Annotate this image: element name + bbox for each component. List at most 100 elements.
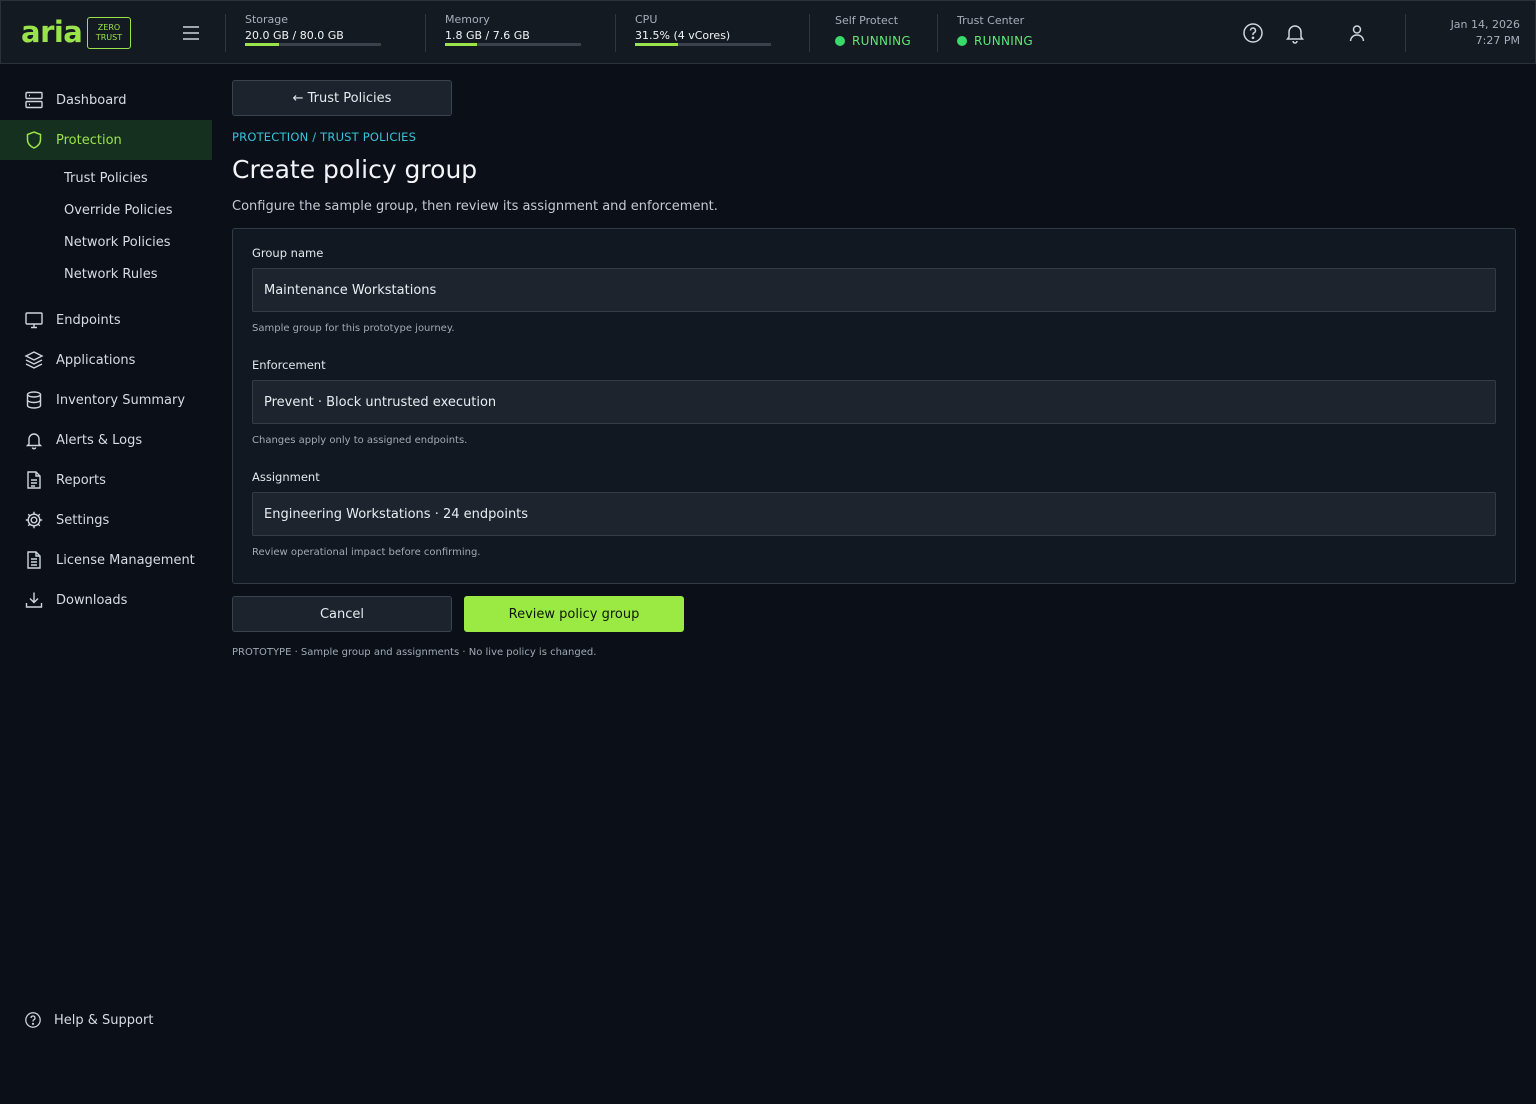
back-to-trust-policies-button[interactable]: ← Trust Policies — [232, 80, 452, 116]
storage-metric: Storage 20.0 GB / 80.0 GB — [245, 13, 344, 44]
help-support-link[interactable]: Help & Support — [24, 1011, 153, 1029]
sidebar-item-protection[interactable]: Protection — [0, 120, 212, 160]
sidebar-item-label: Settings — [56, 512, 110, 528]
enforcement-label: Enforcement — [252, 358, 326, 372]
sidebar-item-alerts-logs[interactable]: Alerts & Logs — [0, 420, 212, 460]
assignment-label: Assignment — [252, 470, 320, 484]
enforcement-select[interactable]: Prevent · Block untrusted execution — [252, 380, 1496, 424]
sidebar-item-downloads[interactable]: Downloads — [0, 580, 212, 620]
datetime: Jan 14, 2026 7:27 PM — [1451, 17, 1520, 49]
sidebar-item-label: Reports — [56, 472, 106, 488]
cpu-value: 31.5% (4 vCores) — [635, 29, 731, 42]
trust-center-status: Trust Center RUNNING — [957, 14, 1033, 49]
storage-value: 20.0 GB / 80.0 GB — [245, 29, 344, 42]
time-text: 7:27 PM — [1475, 34, 1520, 47]
cancel-button[interactable]: Cancel — [232, 596, 452, 632]
sidebar-item-label: Protection — [56, 132, 122, 148]
review-policy-group-button[interactable]: Review policy group — [464, 596, 684, 632]
sidebar-item-label: Downloads — [56, 592, 128, 608]
license-icon — [27, 551, 41, 569]
self-protect-state: RUNNING — [852, 34, 911, 48]
sidebar-item-endpoints[interactable]: Endpoints — [0, 300, 212, 340]
trust-center-value: RUNNING — [957, 33, 1033, 49]
bell-icon[interactable] — [1283, 21, 1307, 45]
layers-icon — [24, 351, 44, 369]
sidebar-item-reports[interactable]: Reports — [0, 460, 212, 500]
memory-value: 1.8 GB / 7.6 GB — [445, 29, 530, 42]
help-icon[interactable] — [1241, 21, 1265, 45]
enforcement-hint: Changes apply only to assigned endpoints… — [252, 435, 468, 446]
storage-label: Storage — [245, 13, 289, 26]
server-icon — [25, 91, 43, 109]
zero-trust-badge: ZERO TRUST — [87, 17, 131, 49]
prototype-footnote: PROTOTYPE · Sample group and assignments… — [232, 647, 597, 658]
breadcrumb[interactable]: PROTECTION / TRUST POLICIES — [232, 130, 1516, 144]
main-content: ← Trust Policies PROTECTION / TRUST POLI… — [232, 80, 1516, 659]
sidebar-item-label: Inventory Summary — [56, 392, 186, 408]
sidebar: Dashboard Protection Trust Policies Over… — [0, 80, 212, 620]
download-icon — [25, 592, 43, 608]
assignment-select[interactable]: Engineering Workstations · 24 endpoints — [252, 492, 1496, 536]
sidebar-item-license-management[interactable]: License Management — [0, 540, 212, 580]
sidebar-item-inventory-summary[interactable]: Inventory Summary — [0, 380, 212, 420]
help-support-label: Help & Support — [54, 1012, 154, 1028]
menu-icon[interactable] — [179, 21, 203, 45]
monitor-icon — [25, 312, 43, 329]
sidebar-item-settings[interactable]: Settings — [0, 500, 212, 540]
badge-line-2: TRUST — [95, 33, 123, 42]
database-icon — [26, 391, 42, 409]
status-dot-icon — [957, 36, 967, 46]
group-name-field-group: Group name Maintenance Workstations Samp… — [252, 245, 1496, 335]
page-title: Create policy group — [232, 155, 478, 184]
status-dot-icon — [835, 36, 845, 46]
sidebar-item-dashboard[interactable]: Dashboard — [0, 80, 212, 120]
cpu-metric: CPU 31.5% (4 vCores) — [635, 13, 730, 44]
cpu-label: CPU — [635, 13, 658, 26]
divider — [615, 14, 616, 52]
trust-center-label: Trust Center — [957, 14, 1025, 27]
cpu-bar — [635, 43, 771, 46]
divider — [1405, 14, 1406, 52]
storage-bar — [245, 43, 381, 46]
sidebar-item-label: Alerts & Logs — [56, 432, 143, 448]
top-bar: aria ZERO TRUST Storage 20.0 GB / 80.0 G… — [0, 0, 1536, 64]
self-protect-status: Self Protect RUNNING — [835, 14, 911, 49]
divider — [937, 14, 938, 52]
self-protect-value: RUNNING — [835, 33, 911, 49]
help-icon — [25, 1012, 41, 1028]
trust-center-state: RUNNING — [974, 34, 1033, 48]
memory-label: Memory — [445, 13, 490, 26]
protection-submenu: Trust Policies Override Policies Network… — [0, 160, 212, 300]
document-icon — [27, 471, 41, 489]
self-protect-label: Self Protect — [835, 14, 899, 27]
user-icon[interactable] — [1345, 21, 1369, 45]
group-name-label: Group name — [252, 246, 324, 260]
memory-bar — [445, 43, 581, 46]
form-actions: Cancel Review policy group — [232, 596, 1516, 632]
badge-line-1: ZERO — [97, 23, 121, 32]
cpu-bar-fill — [635, 43, 678, 46]
gear-icon — [25, 511, 43, 529]
group-name-input[interactable]: Maintenance Workstations — [252, 268, 1496, 312]
divider — [809, 14, 810, 52]
assignment-hint: Review operational impact before confirm… — [252, 547, 481, 558]
sidebar-item-label: License Management — [56, 552, 195, 568]
page-subtitle: Configure the sample group, then review … — [232, 199, 718, 214]
date-text: Jan 14, 2026 — [1450, 18, 1520, 31]
sidebar-item-applications[interactable]: Applications — [0, 340, 212, 380]
memory-metric: Memory 1.8 GB / 7.6 GB — [445, 13, 530, 44]
sidebar-item-label: Dashboard — [56, 92, 127, 108]
bell-icon — [25, 433, 43, 450]
sidebar-sub-network-policies[interactable]: Network Policies — [0, 226, 212, 258]
divider — [425, 14, 426, 52]
memory-bar-fill — [445, 43, 478, 46]
logo: aria — [21, 15, 83, 49]
storage-bar-fill — [245, 43, 279, 46]
sidebar-sub-trust-policies[interactable]: Trust Policies — [0, 162, 212, 194]
divider — [225, 14, 226, 52]
sidebar-sub-network-rules[interactable]: Network Rules — [0, 258, 212, 290]
assignment-field-group: Assignment Engineering Workstations · 24… — [252, 469, 1496, 559]
shield-icon — [26, 131, 42, 149]
sidebar-item-label: Endpoints — [56, 312, 121, 328]
sidebar-sub-override-policies[interactable]: Override Policies — [0, 194, 212, 226]
